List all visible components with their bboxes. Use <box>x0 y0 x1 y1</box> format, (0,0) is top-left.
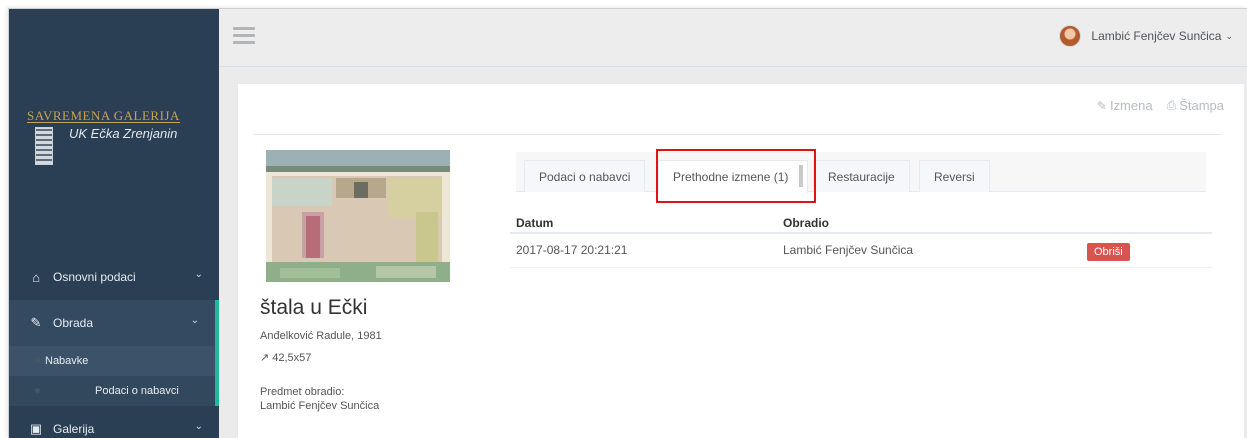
chevron-down-icon: ⌄ <box>194 269 203 280</box>
menu-toggle-icon[interactable] <box>233 27 255 45</box>
table-row: 2017-08-17 20:21:21 Lambić Fenjčev Sunči… <box>510 234 1212 268</box>
sidebar-subitem-podaci-o-nabavci[interactable]: Podaci o nabavci <box>9 376 215 406</box>
chevron-down-icon: ⌄ <box>190 315 199 326</box>
logo: SAVREMENA GALERIJA UK Ečka Zrenjanin <box>27 108 217 165</box>
chevron-down-icon: ⌄ <box>1225 30 1233 41</box>
logo-title: SAVREMENA GALERIJA <box>27 108 180 123</box>
user-menu[interactable]: Lambić Fenjčev Sunčica ⌄ <box>1059 25 1233 47</box>
chevron-down-icon: ⌄ <box>194 421 203 432</box>
artwork-author: Anđelković Radule, 1981 <box>260 330 382 342</box>
print-label: Štampa <box>1179 98 1224 113</box>
sidebar-item-label: Osnovni podaci <box>53 270 136 284</box>
panel-actions: ✎ Izmena ⎙ Štampa <box>1097 98 1224 113</box>
sidebar-menu: ⌂ Osnovni podaci ⌄ ✎ Obrada ⌄ Nabavke Po… <box>9 254 219 438</box>
image-icon: ▣ <box>29 421 43 436</box>
processed-by-value: Lambić Fenjčev Sunčica <box>260 400 380 412</box>
crest-icon <box>35 127 53 165</box>
app-window: SAVREMENA GALERIJA UK Ečka Zrenjanin ⌂ O… <box>8 8 1247 438</box>
changes-table: Datum Obradio 2017-08-17 20:21:21 Lambić… <box>510 210 1212 268</box>
edit-icon: ✎ <box>1096 98 1107 113</box>
tab-reversi[interactable]: Reversi <box>919 160 990 192</box>
print-button[interactable]: ⎙ Štampa <box>1167 98 1224 113</box>
sidebar-item-galerija[interactable]: ▣ Galerija ⌄ <box>9 406 219 438</box>
divider <box>254 134 1222 135</box>
cell-user: Lambić Fenjčev Sunčica <box>783 243 914 257</box>
edit-icon: ✎ <box>30 315 42 330</box>
artwork-dimensions: ↗ 42,5x57 <box>260 351 311 364</box>
sidebar-item-osnovni-podaci[interactable]: ⌂ Osnovni podaci ⌄ <box>9 254 219 300</box>
sidebar-item-obrada[interactable]: ✎ Obrada ⌄ <box>9 300 219 346</box>
tab-restauracije[interactable]: Restauracije <box>813 160 910 192</box>
avatar <box>1059 25 1082 47</box>
edit-label: Izmena <box>1109 98 1153 113</box>
artwork-title: štala u Ečki <box>260 296 368 319</box>
external-link-icon: ↗ <box>260 352 270 364</box>
column-header-obradio: Obradio <box>783 216 830 230</box>
sidebar-item-label: Obrada <box>53 316 94 330</box>
logo-subtitle: UK Ečka Zrenjanin <box>69 126 178 141</box>
column-header-datum: Datum <box>516 216 554 230</box>
tab-podaci-o-nabavci[interactable]: Podaci o nabavci <box>524 160 646 192</box>
tab-bar: Podaci o nabavci Prethodne izmene (1) Re… <box>516 152 1206 193</box>
top-navbar: Lambić Fenjčev Sunčica ⌄ <box>219 9 1247 67</box>
artwork-thumbnail[interactable] <box>266 150 450 282</box>
table-header: Datum Obradio <box>510 210 1212 234</box>
main-panel: ✎ Izmena ⎙ Štampa štala u Ečki Anđelkovi… <box>237 83 1245 438</box>
dimensions-value: 42,5x57 <box>272 352 312 364</box>
cell-date: 2017-08-17 20:21:21 <box>516 243 628 257</box>
delete-button[interactable]: Obriši <box>1087 243 1130 261</box>
sidebar-item-label: Galerija <box>53 422 95 436</box>
sidebar: SAVREMENA GALERIJA UK Ečka Zrenjanin ⌂ O… <box>9 9 219 438</box>
home-icon: ⌂ <box>32 269 40 285</box>
edit-button[interactable]: ✎ Izmena <box>1097 98 1153 113</box>
sidebar-submenu: Nabavke Podaci o nabavci <box>9 346 219 406</box>
processed-by-label: Predmet obradio: <box>260 386 345 398</box>
sidebar-subitem-nabavke[interactable]: Nabavke <box>9 346 215 376</box>
print-icon: ⎙ <box>1166 98 1177 112</box>
highlight-box <box>656 149 816 203</box>
user-name: Lambić Fenjčev Sunčica <box>1091 29 1222 43</box>
